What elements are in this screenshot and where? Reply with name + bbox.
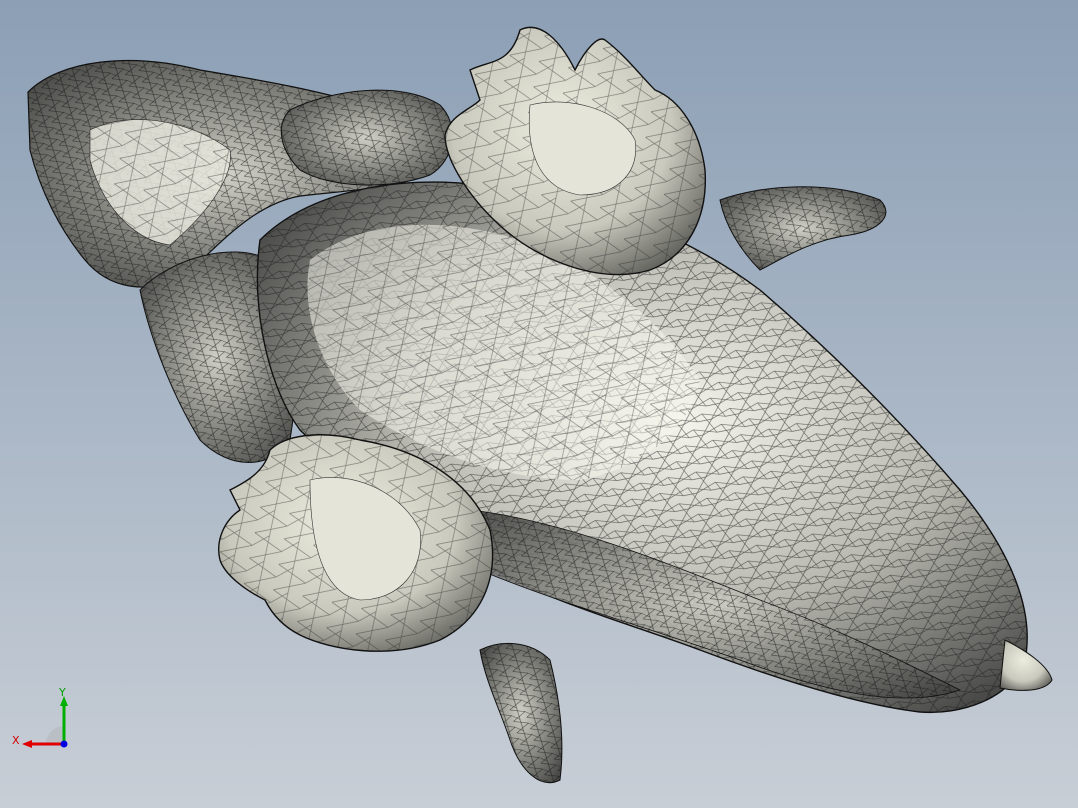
axis-triad: Y X: [12, 686, 68, 748]
upper-right-leg: [719, 186, 887, 271]
y-axis-label: Y: [58, 686, 66, 699]
graphics-viewport[interactable]: Y X: [0, 0, 1078, 808]
triad-plane: [46, 726, 64, 744]
back-ridge: [280, 89, 453, 186]
x-axis-label: X: [12, 734, 20, 747]
z-axis-dot: [60, 740, 68, 748]
alligator-mesh-model[interactable]: [0, 0, 1078, 808]
x-axis-arrow: [22, 740, 32, 748]
lower-leg: [479, 642, 563, 784]
